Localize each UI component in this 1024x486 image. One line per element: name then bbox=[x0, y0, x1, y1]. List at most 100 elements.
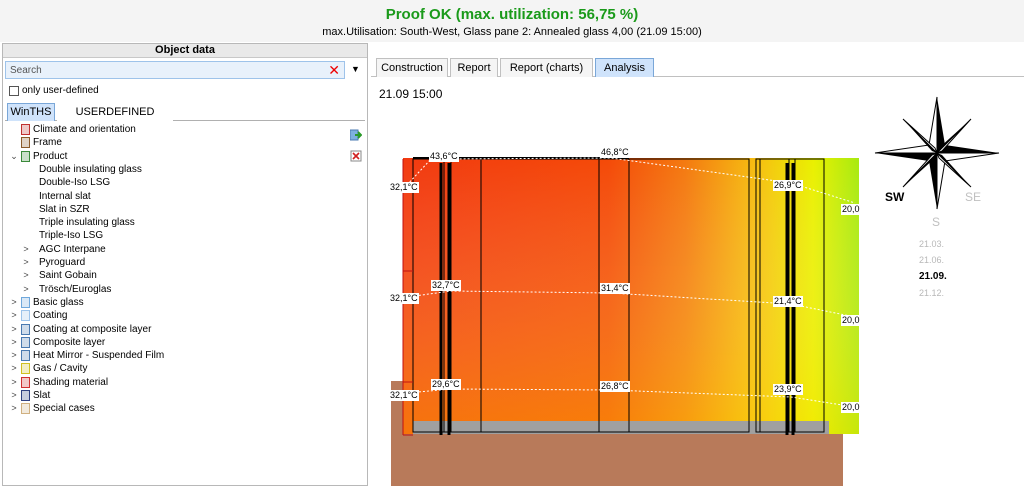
composite-layer-icon bbox=[21, 336, 30, 348]
tree-item-label: Slat bbox=[33, 390, 51, 401]
tree-item[interactable]: Frame bbox=[9, 136, 62, 149]
result-header: Proof OK (max. utilization: 56,75 %) max… bbox=[0, 0, 1024, 42]
tree-item-label: Special cases bbox=[33, 403, 95, 415]
temperature-label: 20,0 bbox=[841, 402, 861, 413]
temperature-label: 43,6°C bbox=[429, 151, 459, 162]
tree-item[interactable]: > Coating bbox=[9, 309, 67, 322]
temperature-label: 21,4°C bbox=[773, 296, 803, 307]
tree-item-label: Double insulating glass bbox=[39, 163, 142, 175]
tree-item-label: Shading material bbox=[33, 376, 109, 388]
gas-icon bbox=[21, 363, 30, 375]
temperature-label: 26,8°C bbox=[600, 381, 630, 392]
add-to-construction-icon[interactable] bbox=[349, 129, 363, 141]
proof-result-title: Proof OK (max. utilization: 56,75 %) bbox=[385, 6, 639, 23]
date-option-selected[interactable]: 21.09. bbox=[919, 269, 947, 285]
clear-search-icon[interactable]: ✕ bbox=[328, 62, 340, 78]
expand-chevron-icon[interactable]: > bbox=[21, 256, 31, 269]
expand-chevron-icon[interactable]: > bbox=[9, 402, 19, 415]
shading-icon bbox=[21, 376, 30, 388]
temperature-label: 23,9°C bbox=[773, 384, 803, 395]
tree-item-label: Frame bbox=[33, 137, 62, 149]
panel-title: Object data bbox=[3, 44, 367, 58]
tree-item[interactable]: Internal slat bbox=[21, 190, 91, 203]
expand-chevron-icon[interactable]: > bbox=[9, 349, 19, 362]
tree-item-label: Basic glass bbox=[33, 296, 84, 308]
tree-item[interactable]: > Pyroguard bbox=[21, 256, 85, 269]
expand-chevron-icon[interactable]: > bbox=[9, 323, 19, 336]
tree-item[interactable]: Climate and orientation bbox=[9, 123, 136, 136]
dropdown-arrow-icon[interactable]: ▼ bbox=[351, 64, 360, 74]
library-tabs: WinTHS USERDEFINED bbox=[5, 103, 365, 121]
tree-item-label: Triple-Iso LSG bbox=[39, 230, 104, 242]
temperature-label: 46,8°C bbox=[600, 147, 630, 158]
date-option[interactable]: 21.03. bbox=[919, 236, 947, 252]
tree-item-label: Coating bbox=[33, 310, 68, 322]
tree-item-label: Climate and orientation bbox=[33, 124, 136, 135]
temperature-label: 20,0 bbox=[841, 315, 861, 326]
search-placeholder: Search bbox=[10, 65, 42, 76]
tree-item[interactable]: ⌄ Product bbox=[9, 150, 67, 163]
date-option[interactable]: 21.12. bbox=[919, 285, 947, 301]
slat-icon bbox=[21, 390, 30, 401]
tree-item[interactable]: Triple-Iso LSG bbox=[21, 229, 103, 242]
expand-chevron-icon[interactable]: > bbox=[9, 376, 19, 389]
compass-se-label: SE bbox=[965, 190, 982, 204]
thermometer-icon bbox=[21, 124, 30, 135]
tree-item-label: Heat Mirror - Suspended Film bbox=[33, 350, 165, 362]
tab-userdefined[interactable]: USERDEFINED bbox=[57, 103, 173, 121]
coating-composite-icon bbox=[21, 323, 30, 335]
tree-item[interactable]: > Coating at composite layer bbox=[9, 323, 151, 336]
compass-sw-label: SW bbox=[885, 190, 905, 204]
only-user-defined-checkbox[interactable]: only user-defined bbox=[9, 85, 99, 96]
remove-icon[interactable] bbox=[350, 150, 362, 162]
tree-item-label: Product bbox=[33, 150, 68, 162]
tree-item-label: Coating at composite layer bbox=[33, 323, 152, 335]
expand-chevron-icon[interactable]: > bbox=[21, 243, 31, 256]
tree-item-label: Triple insulating glass bbox=[39, 217, 135, 229]
max-utilisation-subtitle: max.Utilisation: South-West, Glass pane … bbox=[322, 26, 702, 38]
tree-item[interactable]: > Special cases bbox=[9, 402, 95, 415]
expand-chevron-icon[interactable]: > bbox=[21, 283, 31, 296]
tree-item[interactable]: > Composite layer bbox=[9, 336, 105, 349]
object-data-panel: Object data Search ✕ ▼ only user-defined… bbox=[2, 43, 368, 486]
search-input[interactable]: Search ✕ bbox=[5, 61, 345, 79]
temperature-label: 29,6°C bbox=[431, 379, 461, 390]
expand-chevron-icon[interactable]: > bbox=[9, 362, 19, 375]
tree-item-label: Internal slat bbox=[39, 190, 91, 202]
tree-item-label: Slat in SZR bbox=[39, 203, 90, 215]
coating-icon bbox=[21, 310, 30, 322]
tree-item-label: AGC Interpane bbox=[39, 243, 106, 255]
temperature-label: 32,1°C bbox=[389, 293, 419, 304]
frame-icon bbox=[21, 137, 30, 149]
tree-item[interactable]: > Basic glass bbox=[9, 296, 84, 309]
tree-item[interactable]: Double-Iso LSG bbox=[21, 176, 110, 189]
tree-item[interactable]: > Slat bbox=[9, 389, 50, 402]
expand-chevron-icon[interactable]: > bbox=[9, 336, 19, 349]
expand-chevron-icon[interactable]: > bbox=[9, 309, 19, 322]
expand-chevron-icon[interactable]: > bbox=[9, 296, 19, 309]
tree-item-label: Pyroguard bbox=[39, 257, 86, 268]
tree-item[interactable]: Triple insulating glass bbox=[21, 216, 135, 229]
compass-s-label: S bbox=[932, 215, 941, 229]
checkbox-box[interactable] bbox=[9, 85, 19, 96]
expand-chevron-icon[interactable]: ⌄ bbox=[9, 150, 19, 163]
tree-item[interactable]: Slat in SZR bbox=[21, 203, 90, 216]
tree-item[interactable]: > Shading material bbox=[9, 376, 108, 389]
tree-item-label: Gas / Cavity bbox=[33, 363, 88, 375]
expand-chevron-icon[interactable]: > bbox=[21, 269, 31, 282]
heat-mirror-icon bbox=[21, 350, 30, 362]
date-option[interactable]: 21.06. bbox=[919, 252, 947, 268]
tree-item-label: Composite layer bbox=[33, 336, 106, 348]
date-selector: 21.03. 21.06. 21.09. 21.12. bbox=[919, 236, 947, 302]
tree-item[interactable]: > Gas / Cavity bbox=[9, 362, 87, 375]
tree-item[interactable]: > Heat Mirror - Suspended Film bbox=[9, 349, 164, 362]
tab-winths[interactable]: WinTHS bbox=[7, 103, 55, 121]
tree-item[interactable]: > Trösch/Euroglas bbox=[21, 283, 111, 296]
product-icon bbox=[21, 150, 30, 162]
tree-item[interactable]: > Saint Gobain bbox=[21, 269, 96, 282]
expand-chevron-icon[interactable]: > bbox=[9, 389, 19, 402]
tree-item[interactable]: Double insulating glass bbox=[21, 163, 142, 176]
temperature-label: 26,9°C bbox=[773, 180, 803, 191]
temperature-label: 32,7°C bbox=[431, 280, 461, 291]
tree-item[interactable]: > AGC Interpane bbox=[21, 243, 106, 256]
